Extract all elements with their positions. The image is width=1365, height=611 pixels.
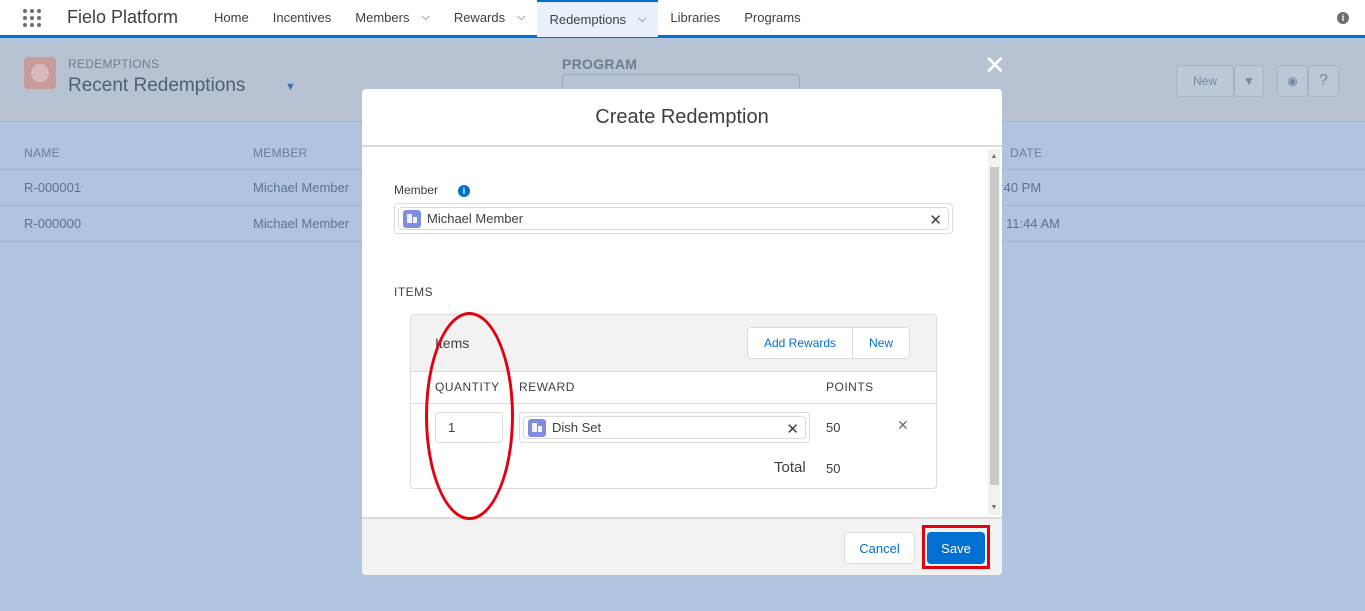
app-name: Fielo Platform (67, 7, 179, 27)
modal-title: Create Redemption (362, 89, 1002, 147)
info-icon[interactable]: i (1337, 12, 1349, 24)
cell-member: Michael Member (253, 180, 350, 195)
info-icon[interactable]: i (458, 185, 470, 197)
scroll-thumb[interactable] (990, 167, 999, 485)
nav-label: Home (214, 10, 249, 25)
reward-record-icon (528, 418, 546, 437)
nav-members[interactable]: Members ⌵ (343, 0, 442, 37)
cell-date: :40 PM (1000, 180, 1042, 195)
new-item-button[interactable]: New (852, 328, 909, 358)
nav-programs[interactable]: Programs (732, 0, 812, 37)
member-record-icon (403, 209, 421, 228)
clear-icon[interactable]: ✕ (786, 420, 799, 438)
global-nav: Fielo Platform Home Incentives Members ⌵ … (0, 0, 1365, 38)
member-lookup[interactable]: Michael Member ✕ (394, 203, 953, 234)
nav-rewards[interactable]: Rewards ⌵ (442, 0, 538, 37)
chevron-down-icon[interactable]: ⌵ (638, 13, 646, 26)
items-button-group: Add Rewards New (747, 327, 911, 359)
cell-name: R-000000 (24, 216, 82, 231)
nav-label: Libraries (670, 10, 721, 25)
column-header-reward: REWARD (519, 380, 575, 394)
clear-icon[interactable]: ✕ (929, 211, 942, 229)
nav-label: Rewards (453, 10, 506, 25)
cell-member: Michael Member (253, 216, 350, 231)
nav-label: Incentives (272, 10, 332, 25)
nav-libraries[interactable]: Libraries (658, 0, 732, 37)
nav-incentives[interactable]: Incentives (261, 0, 344, 37)
column-header: DATE (1010, 146, 1043, 160)
nav-label: Redemptions (549, 11, 627, 27)
member-pill: Michael Member ✕ (398, 207, 949, 230)
cancel-button[interactable]: Cancel (844, 532, 915, 564)
chevron-down-icon[interactable]: ⌵ (421, 11, 429, 24)
column-header-points: POINTS (826, 380, 874, 394)
chevron-down-icon[interactable]: ⌵ (517, 11, 525, 24)
scroll-down-icon[interactable]: ▼ (988, 504, 1000, 511)
add-rewards-button[interactable]: Add Rewards (748, 328, 852, 358)
nav-redemptions[interactable]: Redemptions ⌵ (537, 0, 659, 37)
scroll-up-icon[interactable]: ▲ (988, 153, 1000, 160)
program-select (562, 74, 800, 88)
nav-label: Members (355, 10, 410, 25)
points-value: 50 (826, 420, 841, 435)
list-title: Recent Redemptions (68, 75, 246, 96)
redemption-object-icon (24, 57, 56, 89)
quantity-annotation-ellipse (425, 312, 514, 520)
app-launcher-icon[interactable] (23, 7, 45, 29)
modal-footer: Cancel Save (362, 517, 1002, 575)
reward-pill: Dish Set ✕ (523, 416, 806, 439)
program-label: PROGRAM (562, 56, 638, 72)
new-button: New (1176, 65, 1234, 97)
help-icon: ? (1308, 65, 1339, 97)
cell-name: R-000001 (24, 180, 82, 195)
cell-date: 11:44 AM (1006, 216, 1060, 231)
member-value: Michael Member (427, 211, 524, 226)
chevron-down-icon: ▼ (285, 81, 296, 93)
chevron-down-icon: ▼ (1234, 65, 1264, 97)
column-header: MEMBER (253, 146, 308, 160)
reward-lookup[interactable]: Dish Set ✕ (519, 412, 810, 443)
nav-home[interactable]: Home (202, 0, 261, 37)
close-modal-icon[interactable]: ✕ (984, 52, 1006, 78)
save-annotation-box (922, 525, 990, 569)
nav-label: Programs (744, 10, 801, 25)
scrollbar[interactable]: ▲ ▼ (988, 149, 1000, 515)
reward-value: Dish Set (552, 420, 602, 435)
total-value: 50 (826, 461, 841, 476)
items-section-title: ITEMS (394, 285, 434, 299)
print-icon: ◉ (1277, 65, 1308, 97)
object-label: REDEMPTIONS (68, 57, 160, 71)
remove-row-icon[interactable]: ✕ (897, 417, 909, 434)
member-label: Member (394, 183, 439, 197)
column-header: NAME (24, 146, 60, 160)
total-label: Total (774, 459, 806, 476)
